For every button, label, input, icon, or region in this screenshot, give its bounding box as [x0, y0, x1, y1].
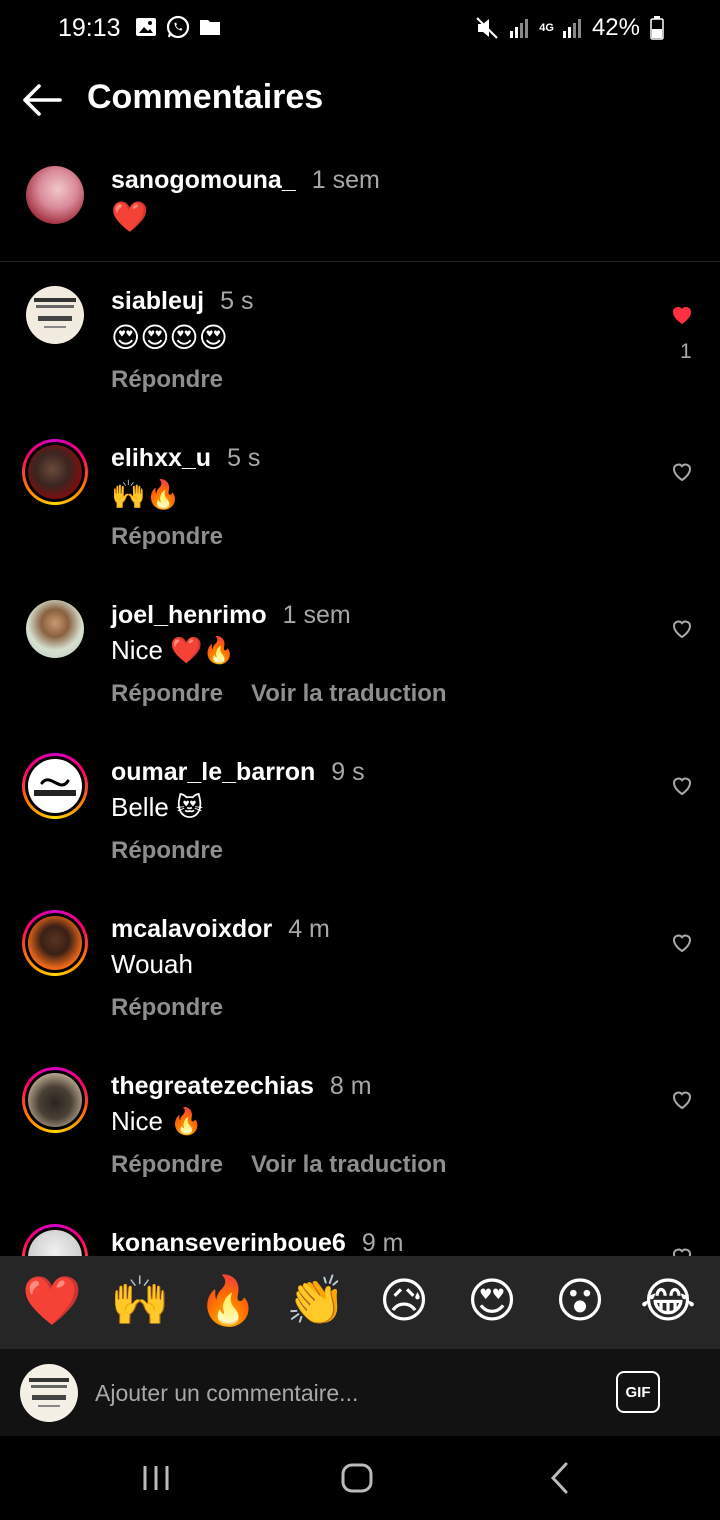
emoji-clap-button[interactable]: 👏	[284, 1278, 348, 1326]
header: Commentaires	[0, 58, 720, 142]
heart-outline-icon[interactable]	[670, 1245, 694, 1256]
heart-filled-icon[interactable]	[670, 303, 694, 327]
avatar[interactable]	[22, 1067, 88, 1133]
comment-item: oumar_le_barron 9 s Belle 😻 Répondre	[0, 741, 720, 891]
emoji-reaction-bar: ❤️ 🙌 🔥 👏 😥 😍 😮 😂	[0, 1256, 720, 1348]
system-nav-bar	[0, 1436, 720, 1520]
avatar[interactable]	[22, 910, 88, 976]
avatar[interactable]	[22, 162, 88, 228]
username[interactable]: oumar_le_barron	[111, 758, 315, 786]
username[interactable]: elihxx_u	[111, 444, 211, 472]
comment-text: 🙌🔥	[111, 479, 181, 510]
emoji-heart-button[interactable]: ❤️	[20, 1278, 84, 1326]
avatar[interactable]	[22, 439, 88, 505]
timestamp: 9 m	[361, 1229, 404, 1256]
comment-text: 😍😍😍😍	[111, 322, 228, 353]
heart-outline-icon[interactable]	[670, 1088, 694, 1112]
logo-icon	[34, 778, 76, 796]
battery-icon	[650, 16, 664, 40]
signal-icon	[510, 19, 529, 38]
username[interactable]: sanogomouna_	[111, 166, 296, 194]
username[interactable]: thegreatezechias	[111, 1072, 314, 1100]
avatar[interactable]	[22, 753, 88, 819]
heart-outline-icon[interactable]	[670, 617, 694, 641]
emoji-fire-button[interactable]: 🔥	[196, 1278, 260, 1326]
timestamp: 5 s	[227, 444, 261, 472]
status-bar: 19:13 4G 42%	[0, 0, 720, 58]
emoji-heart-eyes-button[interactable]: 😍	[460, 1278, 524, 1326]
heart-outline-icon[interactable]	[670, 774, 694, 798]
comment-text: Nice 🔥	[111, 1106, 203, 1136]
comment-text: Wouah	[111, 949, 193, 979]
username[interactable]: konanseverinboue6	[111, 1229, 346, 1256]
home-icon[interactable]	[339, 1460, 375, 1496]
comment-item: konanseverinboue6 9 m	[0, 1212, 720, 1256]
comment-text: ❤️	[111, 201, 149, 234]
recents-icon[interactable]	[138, 1460, 174, 1496]
status-time: 19:13	[58, 14, 121, 42]
gif-button[interactable]: GIF	[616, 1371, 660, 1413]
caption: sanogomouna_ 1 sem ❤️	[0, 150, 720, 260]
reply-button[interactable]: Répondre	[111, 366, 223, 393]
comment-text: Nice ❤️🔥	[111, 635, 235, 665]
comment-item: mcalavoixdor 4 m Wouah Répondre	[0, 898, 720, 1048]
heart-outline-icon[interactable]	[670, 931, 694, 955]
timestamp: 9 s	[331, 758, 365, 786]
comment-text: Belle 😻	[111, 792, 204, 822]
gallery-icon	[136, 18, 156, 36]
like-count: 1	[680, 340, 692, 363]
battery-percent: 42%	[591, 14, 640, 41]
timestamp: 1 sem	[282, 601, 351, 629]
comment-item: thegreatezechias 8 m Nice 🔥 Répondre Voir …	[0, 1055, 720, 1205]
reply-button[interactable]: Répondre	[111, 1151, 223, 1178]
emoji-surprised-button[interactable]: 😮	[548, 1278, 612, 1326]
comment-item: elihxx_u 5 s 🙌🔥 Répondre	[0, 427, 720, 577]
mute-icon	[476, 17, 498, 39]
reply-button[interactable]: Répondre	[111, 680, 223, 707]
username[interactable]: joel_henrimo	[111, 601, 267, 629]
folder-icon	[200, 20, 220, 35]
timestamp: 8 m	[329, 1072, 372, 1100]
translate-button[interactable]: Voir la traduction	[251, 680, 447, 707]
reply-button[interactable]: Répondre	[111, 837, 223, 864]
comment-item: joel_henrimo 1 sem Nice ❤️🔥 Répondre Voir …	[0, 584, 720, 734]
arrow-left-icon[interactable]	[20, 78, 64, 122]
avatar[interactable]	[22, 596, 88, 662]
timestamp: 4 m	[288, 915, 330, 943]
username[interactable]: mcalavoixdor	[111, 915, 272, 943]
heart-outline-icon[interactable]	[670, 460, 694, 484]
reply-button[interactable]: Répondre	[111, 994, 223, 1021]
timestamp: 5 s	[220, 287, 254, 315]
username[interactable]: siableuj	[111, 287, 204, 315]
network-type: 4G	[539, 21, 554, 34]
whatsapp-icon	[166, 15, 190, 39]
translate-button[interactable]: Voir la traduction	[251, 1151, 447, 1178]
emoji-laughing-button[interactable]: 😂	[636, 1278, 700, 1326]
avatar	[20, 1364, 78, 1422]
divider	[0, 261, 720, 262]
page-title: Commentaires	[87, 78, 324, 116]
reply-button[interactable]: Répondre	[111, 523, 223, 550]
avatar[interactable]	[22, 1224, 88, 1256]
comment-composer: GIF	[0, 1348, 720, 1436]
comment-input[interactable]	[95, 1375, 595, 1411]
timestamp: 1 sem	[311, 166, 380, 194]
avatar[interactable]	[22, 282, 88, 348]
emoji-sad-button[interactable]: 😥	[372, 1278, 436, 1326]
emoji-raised-hands-button[interactable]: 🙌	[108, 1278, 172, 1326]
signal-icon-2	[562, 19, 581, 38]
back-nav-icon[interactable]	[542, 1460, 578, 1496]
comment-item: siableuj 5 s 😍😍😍😍 Répondre 1	[0, 270, 720, 420]
